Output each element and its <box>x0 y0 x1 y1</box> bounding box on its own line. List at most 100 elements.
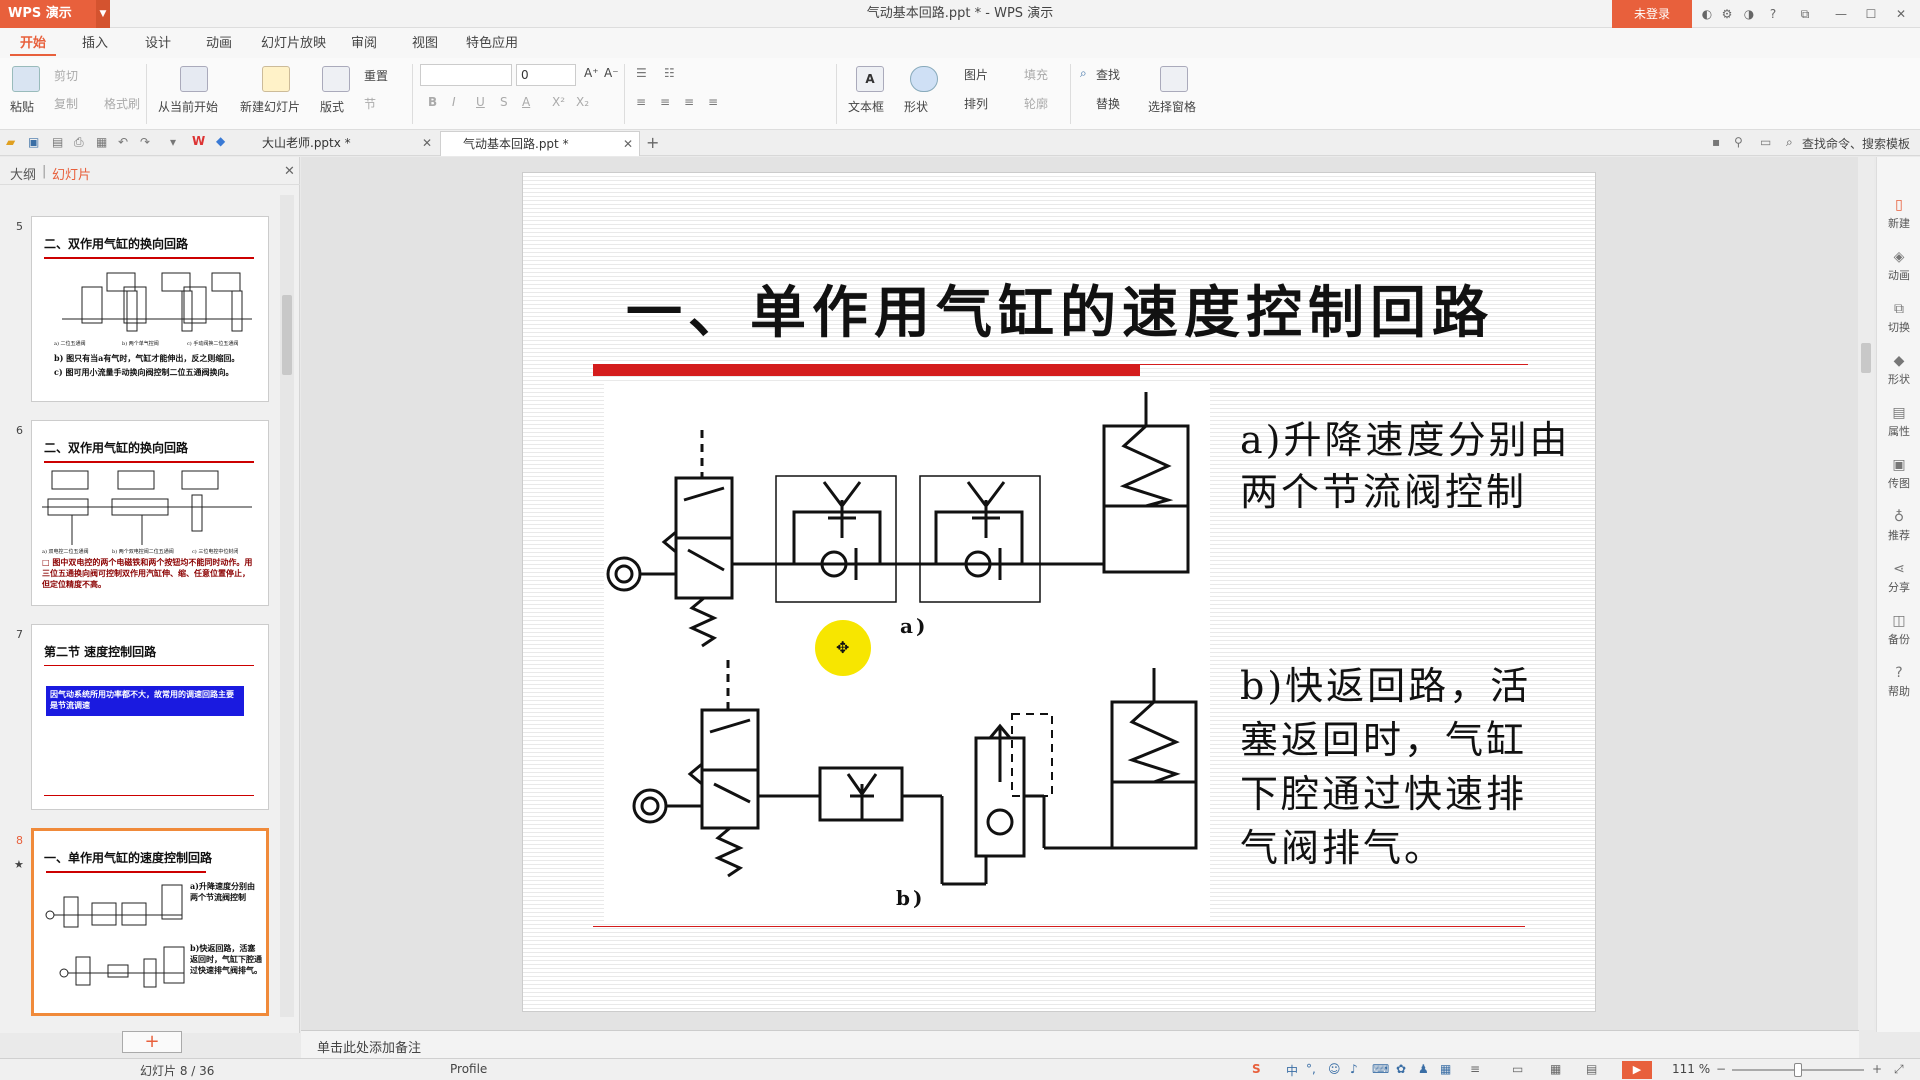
sidebar-upload-image[interactable]: ▣ 传图 <box>1877 457 1920 491</box>
text-box-button[interactable]: 文本框 <box>848 98 884 115</box>
shapes-icon[interactable] <box>910 66 938 92</box>
slide-thumbnail-5[interactable]: 二、双作用气缸的换向回路 a) 二位五通阀 b) 两个单气控阀 c) 手动阀换二… <box>31 216 269 402</box>
settings-icon[interactable]: ⚙ <box>1718 5 1736 23</box>
skin-small-icon[interactable]: ✿ <box>1396 1062 1406 1076</box>
pin-icon[interactable]: ⚲ <box>1734 135 1743 149</box>
text-a-line2[interactable]: 两个节流阀控制 <box>1240 466 1527 518</box>
slide-thumbnail-7[interactable]: 第二节 速度控制回路 因气动系统所用功率都不大，故常用的调速回路主要是节流调速 <box>31 624 269 810</box>
doc-tab-2[interactable]: 气动基本回路.ppt * ✕ <box>440 131 640 156</box>
minimize-icon[interactable]: — <box>1832 5 1850 23</box>
new-tab-icon[interactable]: + <box>646 133 659 152</box>
close-icon[interactable]: ✕ <box>1892 5 1910 23</box>
tab-view[interactable]: 视图 <box>402 34 448 56</box>
app-menu-button[interactable]: WPS 演示 ▼ <box>0 0 110 28</box>
text-box-icon[interactable]: A <box>856 66 884 92</box>
search-command-input[interactable]: 查找命令、搜索模板 <box>1802 135 1910 152</box>
profile-label[interactable]: Profile <box>450 1062 487 1076</box>
normal-view-icon[interactable]: ▭ <box>1512 1062 1523 1076</box>
sidebar-recommend[interactable]: ♁ 推荐 <box>1877 509 1920 543</box>
punctuation-icon[interactable]: °, <box>1306 1062 1316 1076</box>
paste-button[interactable]: 粘贴 <box>10 98 34 115</box>
help-icon[interactable]: ? <box>1764 5 1782 23</box>
sidebar-properties[interactable]: ▤ 属性 <box>1877 405 1920 439</box>
zoom-level[interactable]: 111 % <box>1672 1062 1710 1076</box>
input-method-label[interactable]: 中 <box>1286 1062 1298 1079</box>
restore-window-icon[interactable]: ⧉ <box>1796 5 1814 23</box>
chevron-down-icon[interactable]: ▼ <box>96 0 110 28</box>
notes-placeholder[interactable]: 单击此处添加备注 <box>317 1037 421 1056</box>
login-button[interactable]: 未登录 <box>1612 0 1692 28</box>
redo-icon[interactable]: ↷ <box>140 135 150 149</box>
sidebar-new[interactable]: ▯ 新建 <box>1877 197 1920 231</box>
grow-font-button[interactable]: A⁺ <box>584 66 599 80</box>
picture-button[interactable]: 图片 <box>964 66 988 83</box>
align-left-icon[interactable]: ≡ <box>636 95 646 109</box>
align-right-icon[interactable]: ≡ <box>684 95 694 109</box>
layout-button[interactable]: 版式 <box>320 98 344 115</box>
text-b-line2[interactable]: 塞返回时，气缸 <box>1240 714 1527 766</box>
shrink-font-button[interactable]: A⁻ <box>604 66 619 80</box>
zoom-slider-thumb[interactable] <box>1794 1063 1802 1077</box>
text-b-line4[interactable]: 气阀排气。 <box>1240 822 1445 874</box>
underline-button[interactable]: U <box>476 95 485 109</box>
close-panel-icon[interactable]: ✕ <box>284 164 295 179</box>
cube-icon[interactable]: ◆ <box>216 134 225 148</box>
sidebar-transition[interactable]: ⧉ 切换 <box>1877 301 1920 335</box>
strikethrough-button[interactable]: S <box>500 95 508 109</box>
zoom-out-icon[interactable]: − <box>1716 1062 1726 1076</box>
microphone-icon[interactable]: ♪ <box>1350 1062 1358 1076</box>
superscript-button[interactable]: X² <box>552 95 565 109</box>
export-icon[interactable]: ▤ <box>52 135 63 149</box>
tab-slides[interactable]: 幻灯片 <box>52 164 91 183</box>
tab-review[interactable]: 审阅 <box>341 34 387 56</box>
section-button[interactable]: 节 <box>364 95 376 112</box>
replace-button[interactable]: 替换 <box>1096 95 1120 112</box>
paste-icon[interactable] <box>12 66 40 92</box>
arrange-button[interactable]: 排列 <box>964 95 988 112</box>
tab-insert[interactable]: 插入 <box>72 34 118 56</box>
notes-pane[interactable]: 单击此处添加备注 <box>301 1030 1859 1058</box>
doc-tab-1[interactable]: 大山老师.pptx * ✕ <box>240 131 438 156</box>
feedback-small-icon[interactable]: ▪ <box>1712 135 1720 149</box>
open-icon[interactable]: ▰ <box>6 135 15 149</box>
preview-icon[interactable]: ▦ <box>96 135 107 149</box>
slide-thumbnail-8[interactable]: 一、单作用气缸的速度控制回路 a)升降速度分别由两个节流阀控制 b)快返回路，活… <box>31 828 269 1016</box>
notes-toggle-icon[interactable]: ≡ <box>1470 1062 1480 1076</box>
play-from-current-icon[interactable] <box>180 66 208 92</box>
zoom-in-icon[interactable]: + <box>1872 1062 1882 1076</box>
fit-window-icon[interactable]: ⤢ <box>1894 1062 1904 1077</box>
sogou-icon[interactable]: S <box>1252 1062 1261 1076</box>
tab-design[interactable]: 设计 <box>135 34 181 56</box>
new-slide-icon[interactable] <box>262 66 290 92</box>
customize-icon[interactable]: ▾ <box>170 135 176 149</box>
tab-slideshow[interactable]: 幻灯片放映 <box>251 34 336 56</box>
circuit-diagram[interactable]: a) b) <box>604 382 1210 924</box>
scroll-thumb[interactable] <box>282 295 292 375</box>
slide-title[interactable]: 一、单作用气缸的速度控制回路 <box>626 268 1494 349</box>
feedback-icon[interactable]: ◑ <box>1740 5 1758 23</box>
emoji-icon[interactable]: ☺ <box>1328 1062 1341 1076</box>
save-icon[interactable]: ▣ <box>28 135 39 149</box>
shirt-icon[interactable]: ♟ <box>1418 1062 1429 1076</box>
slide-scrollbar[interactable] <box>1858 157 1874 1030</box>
text-a-line1[interactable]: a)升降速度分别由 <box>1240 414 1570 466</box>
toolbox-icon[interactable]: ▦ <box>1440 1062 1451 1076</box>
slide-thumbnail-6[interactable]: 二、双作用气缸的换向回路 a) 双电控二位五通阀 b) 两个双电控阀二位五通阀 … <box>31 420 269 606</box>
play-slideshow-button[interactable]: ▶ <box>1622 1061 1652 1079</box>
skin-icon[interactable]: ◐ <box>1698 5 1716 23</box>
layout-icon[interactable] <box>322 66 350 92</box>
numbered-list-icon[interactable]: ☷ <box>664 66 675 80</box>
tab-home[interactable]: 开始 <box>10 34 57 56</box>
sidebar-backup[interactable]: ◫ 备份 <box>1877 613 1920 647</box>
cut-button[interactable]: 剪切 <box>54 67 78 84</box>
align-center-icon[interactable]: ≡ <box>660 95 670 109</box>
subscript-button[interactable]: X₂ <box>576 95 589 109</box>
font-name-select[interactable] <box>420 64 512 86</box>
selection-pane-icon[interactable] <box>1160 66 1188 92</box>
keyboard-icon[interactable]: ⌨ <box>1372 1062 1389 1076</box>
format-painter-button[interactable]: 格式刷 <box>104 95 140 112</box>
search-icon[interactable]: ⌕ <box>1786 135 1793 150</box>
maximize-icon[interactable]: ☐ <box>1862 5 1880 23</box>
shapes-button[interactable]: 形状 <box>904 98 928 115</box>
find-button[interactable]: 查找 <box>1096 66 1120 83</box>
